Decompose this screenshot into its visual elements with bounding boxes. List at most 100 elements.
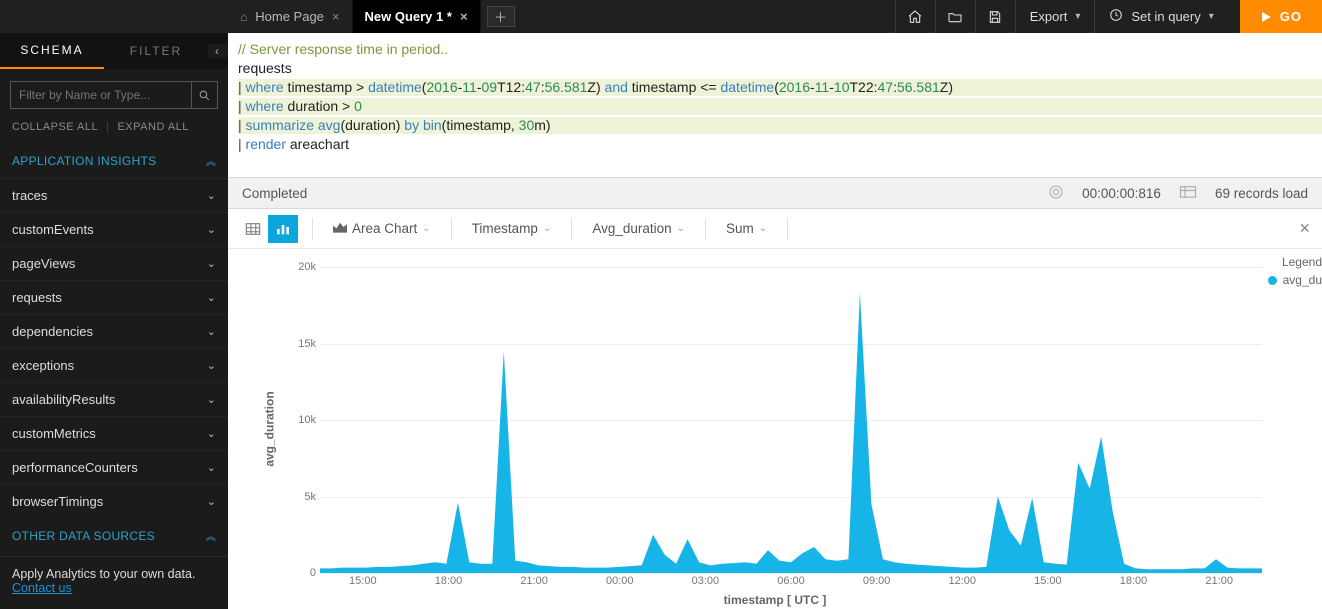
- tree-item-performanceCounters[interactable]: performanceCounters⌄: [0, 450, 228, 484]
- y-tick-label: 10k: [284, 414, 316, 426]
- set-in-query-dropdown[interactable]: Set in query ▾: [1094, 0, 1227, 33]
- chevron-up-icon: ︽: [206, 153, 216, 168]
- close-icon[interactable]: ×: [460, 9, 468, 24]
- y-tick-label: 15k: [284, 338, 316, 350]
- close-icon[interactable]: ×: [332, 9, 340, 24]
- legend-header: Legend: [1268, 255, 1322, 269]
- schema-filter[interactable]: [10, 81, 218, 109]
- tree-item-customMetrics[interactable]: customMetrics⌄: [0, 416, 228, 450]
- x-tick-label: 06:00: [777, 575, 805, 587]
- play-icon: [1260, 11, 1272, 23]
- expand-all-button[interactable]: EXPAND ALL: [117, 121, 188, 133]
- tree-item-traces[interactable]: traces⌄: [0, 178, 228, 212]
- legend-series-name: avg_du: [1283, 273, 1322, 287]
- tab-query[interactable]: New Query 1 * ×: [353, 0, 481, 33]
- tree-item-availabilityResults[interactable]: availabilityResults⌄: [0, 382, 228, 416]
- sidebar-collapse-button[interactable]: ‹: [208, 44, 228, 58]
- chevron-down-icon: ⌄: [207, 461, 216, 474]
- home-icon: ⌂: [240, 10, 247, 24]
- chevron-down-icon: ⌄: [543, 223, 551, 234]
- chevron-down-icon: ⌄: [207, 189, 216, 202]
- save-button[interactable]: [975, 0, 1015, 33]
- sidebar-tab-filter[interactable]: FILTER: [104, 34, 208, 68]
- chevron-down-icon: ⌄: [207, 223, 216, 236]
- status-bar: Completed 00:00:00:816 69 records load: [228, 177, 1322, 209]
- x-axis-label: timestamp [ UTC ]: [724, 593, 827, 607]
- x-tick-label: 21:00: [520, 575, 548, 587]
- group-label: OTHER DATA SOURCES: [12, 529, 155, 543]
- aggregation-dropdown[interactable]: Sum ⌄: [720, 217, 773, 240]
- x-tick-label: 03:00: [692, 575, 720, 587]
- chart-view-button[interactable]: [268, 215, 298, 243]
- x-tick-label: 18:00: [435, 575, 463, 587]
- table-view-button[interactable]: [238, 215, 268, 243]
- x-tick-label: 18:00: [1120, 575, 1148, 587]
- chevron-down-icon: ⌄: [422, 223, 430, 234]
- chevron-down-icon: ⌄: [207, 257, 216, 270]
- clock-icon: [1109, 8, 1123, 25]
- y-column-dropdown[interactable]: Avg_duration ⌄: [586, 217, 691, 240]
- set-in-query-label: Set in query: [1131, 9, 1200, 24]
- x-tick-label: 12:00: [949, 575, 977, 587]
- area-series: [320, 267, 1262, 573]
- chevron-down-icon: ▾: [1209, 11, 1214, 22]
- group-application-insights[interactable]: APPLICATION INSIGHTS ︽: [0, 143, 228, 178]
- group-label: APPLICATION INSIGHTS: [12, 154, 156, 168]
- y-axis-label: avg_duration: [263, 391, 277, 466]
- tree-item-exceptions[interactable]: exceptions⌄: [0, 348, 228, 382]
- sidebar-tab-schema[interactable]: SCHEMA: [0, 33, 104, 69]
- close-chart-button[interactable]: ×: [1299, 218, 1312, 239]
- sidebar-footer: Apply Analytics to your own data. Contac…: [0, 556, 228, 609]
- tree-item-dependencies[interactable]: dependencies⌄: [0, 314, 228, 348]
- chevron-down-icon: ⌄: [207, 291, 216, 304]
- group-other-data-sources[interactable]: OTHER DATA SOURCES ︽: [0, 518, 228, 553]
- tree-item-customEvents[interactable]: customEvents⌄: [0, 212, 228, 246]
- x-column-dropdown[interactable]: Timestamp ⌄: [466, 217, 558, 240]
- chevron-down-icon: ⌄: [207, 359, 216, 372]
- chevron-down-icon: ⌄: [677, 223, 685, 234]
- search-icon[interactable]: [191, 82, 217, 108]
- y-tick-label: 5k: [284, 491, 316, 503]
- tree-item-requests[interactable]: requests⌄: [0, 280, 228, 314]
- area-chart-icon: [333, 221, 347, 236]
- tab-home[interactable]: ⌂ Home Page ×: [228, 0, 353, 33]
- export-dropdown[interactable]: Export ▾: [1015, 0, 1095, 33]
- chevron-down-icon: ⌄: [207, 495, 216, 508]
- contact-us-link[interactable]: Contact us: [12, 581, 72, 595]
- y-tick-label: 20k: [284, 261, 316, 273]
- y-tick-label: 0: [284, 567, 316, 579]
- go-button[interactable]: GO: [1240, 0, 1322, 33]
- tab-label: Home Page: [255, 9, 324, 24]
- status-state: Completed: [242, 186, 307, 201]
- x-tick-label: 21:00: [1205, 575, 1233, 587]
- home-button[interactable]: [895, 0, 935, 33]
- records-icon: [1179, 185, 1197, 202]
- chevron-down-icon: ▾: [1075, 11, 1080, 22]
- new-tab-button[interactable]: ＋: [487, 6, 515, 27]
- status-rows: 69 records load: [1215, 186, 1308, 201]
- query-editor[interactable]: // Server response time in period.. requ…: [228, 33, 1322, 177]
- legend: Legend avg_du: [1268, 255, 1322, 287]
- chevron-down-icon: ⌄: [759, 223, 767, 234]
- x-tick-label: 00:00: [606, 575, 634, 587]
- tab-label: New Query 1 *: [365, 9, 452, 24]
- chart: avg_duration 0 5k 10k 15k 20k 15:00 18:00 21:00…: [228, 249, 1322, 609]
- chevron-down-icon: ⌄: [207, 393, 216, 406]
- target-icon: [1048, 184, 1064, 203]
- chevron-down-icon: ⌄: [207, 325, 216, 338]
- x-tick-label: 15:00: [349, 575, 377, 587]
- legend-color-swatch: [1268, 276, 1277, 285]
- footer-text: Apply Analytics to your own data.: [12, 567, 216, 581]
- chevron-down-icon: ⌄: [207, 427, 216, 440]
- go-label: GO: [1280, 9, 1302, 24]
- chart-type-dropdown[interactable]: Area Chart ⌄: [327, 217, 437, 240]
- tree-item-browserTimings[interactable]: browserTimings⌄: [0, 484, 228, 518]
- collapse-all-button[interactable]: COLLAPSE ALL: [12, 121, 98, 133]
- x-tick-label: 15:00: [1034, 575, 1062, 587]
- chart-toolbar: Area Chart ⌄ Timestamp ⌄ Avg_duration ⌄ …: [228, 209, 1322, 249]
- tree-item-pageViews[interactable]: pageViews⌄: [0, 246, 228, 280]
- open-button[interactable]: [935, 0, 975, 33]
- schema-filter-input[interactable]: [11, 88, 191, 102]
- export-label: Export: [1030, 9, 1068, 24]
- status-elapsed: 00:00:00:816: [1082, 186, 1161, 201]
